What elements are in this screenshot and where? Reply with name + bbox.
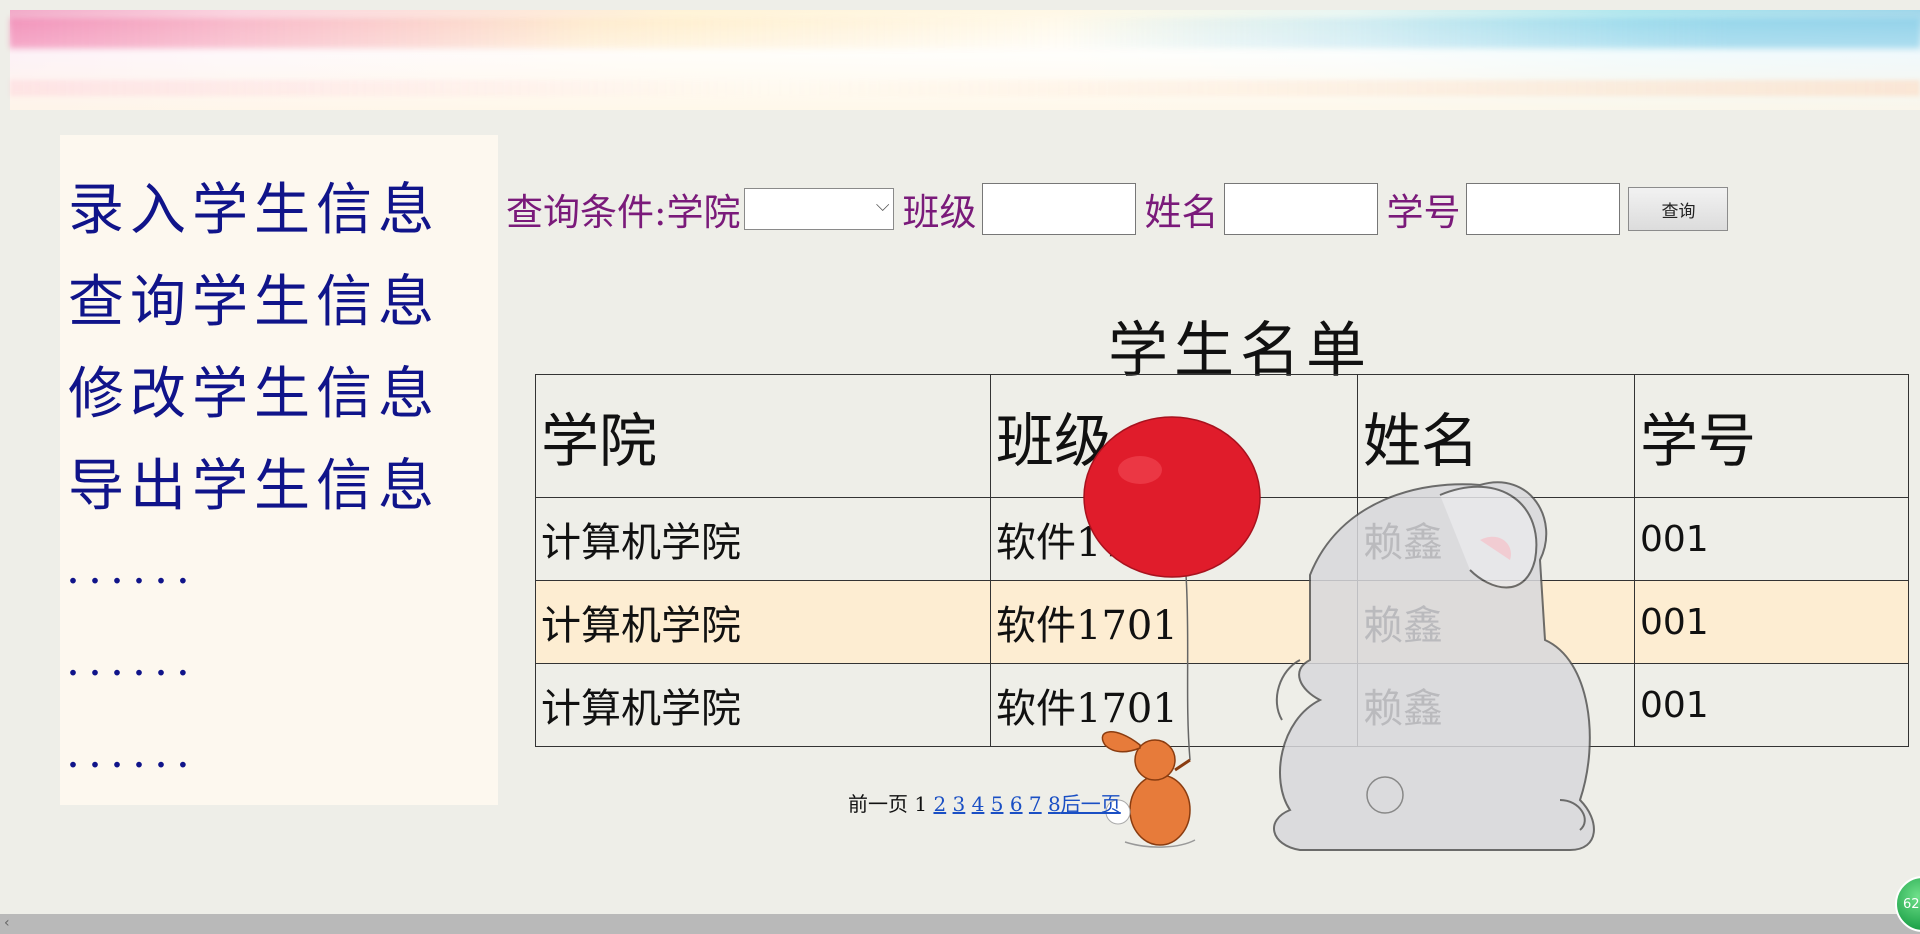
sidebar-item-query-student[interactable]: 查询学生信息 (68, 257, 440, 337)
pagination-next-link[interactable]: 后一页 (1061, 792, 1121, 816)
cell-college: 计算机学院 (535, 497, 991, 581)
cell-student-id: 001 (1634, 580, 1909, 664)
sidebar-item-edit-student[interactable]: 修改学生信息 (68, 349, 440, 429)
pagination-page-link[interactable]: 4 (972, 792, 985, 816)
column-header-name: 姓名 (1357, 374, 1635, 498)
class-input[interactable] (982, 183, 1137, 235)
scroll-left-icon[interactable]: ‹ (4, 915, 10, 931)
column-header-class: 班级 (990, 374, 1358, 498)
college-label: 学院 (666, 191, 741, 234)
cell-class: 软件1701 (990, 580, 1358, 664)
pagination-prev: 前一页 (848, 792, 908, 816)
name-label: 姓名 (1144, 191, 1219, 234)
cell-college: 计算机学院 (535, 580, 991, 664)
class-label: 班级 (902, 191, 977, 234)
sidebar-placeholder: ...... (66, 543, 198, 594)
cell-class: 软件1701 (990, 663, 1358, 747)
sidebar-placeholder: ...... (66, 727, 198, 778)
student-table-wrap: 学院 班级 姓名 学号 计算机学院 软件1701 赖鑫 001 计算机学院 软件… (535, 374, 1909, 747)
name-input[interactable] (1224, 183, 1379, 235)
pagination: 前一页 1 2 3 4 5 6 7 8后一页 (848, 788, 1121, 817)
sidebar: 录入学生信息 查询学生信息 修改学生信息 导出学生信息 ...... .....… (60, 135, 498, 805)
column-header-student-id: 学号 (1634, 374, 1909, 498)
pagination-page-link[interactable]: 7 (1029, 792, 1042, 816)
sidebar-placeholder: ...... (66, 635, 198, 686)
pagination-page-link[interactable]: 6 (1010, 792, 1023, 816)
pagination-page-link[interactable]: 3 (953, 792, 966, 816)
cell-college: 计算机学院 (535, 663, 991, 747)
college-select[interactable]: ⌵ (744, 188, 895, 230)
cell-student-id: 001 (1634, 497, 1909, 581)
cell-student-id: 001 (1634, 663, 1909, 747)
student-table: 学院 班级 姓名 学号 计算机学院 软件1701 赖鑫 001 计算机学院 软件… (535, 374, 1909, 747)
cell-name: 赖鑫 (1357, 497, 1635, 581)
cell-name: 赖鑫 (1357, 663, 1635, 747)
student-id-input[interactable] (1466, 183, 1621, 235)
cell-name: 赖鑫 (1357, 580, 1635, 664)
pagination-page-link[interactable]: 2 (933, 792, 946, 816)
chevron-down-icon: ⌵ (875, 195, 890, 216)
table-header-row: 学院 班级 姓名 学号 (535, 374, 1909, 498)
pagination-current: 1 (914, 792, 928, 816)
table-row: 计算机学院 软件1701 赖鑫 001 (535, 497, 1909, 581)
student-id-label: 学号 (1386, 191, 1461, 234)
banner-streak (10, 18, 1920, 48)
column-header-college: 学院 (535, 374, 991, 498)
pagination-page-link[interactable]: 8 (1048, 792, 1061, 816)
banner-streak-lower (10, 80, 1920, 96)
sidebar-item-add-student[interactable]: 录入学生信息 (68, 165, 440, 245)
search-prefix-label: 查询条件: (506, 191, 667, 234)
table-row: 计算机学院 软件1701 赖鑫 001 (535, 663, 1909, 747)
horizontal-scrollbar[interactable]: ‹ (0, 914, 1920, 934)
query-button[interactable]: 查询 (1628, 187, 1729, 231)
sidebar-item-export-student[interactable]: 导出学生信息 (68, 441, 440, 521)
table-row: 计算机学院 软件1701 赖鑫 001 (535, 580, 1909, 664)
header-banner (10, 10, 1920, 110)
search-bar: 查询条件: 学院 ⌵ 班级 姓名 学号 查询 (506, 183, 1729, 235)
cell-class: 软件1701 (990, 497, 1358, 581)
pagination-page-link[interactable]: 5 (991, 792, 1004, 816)
